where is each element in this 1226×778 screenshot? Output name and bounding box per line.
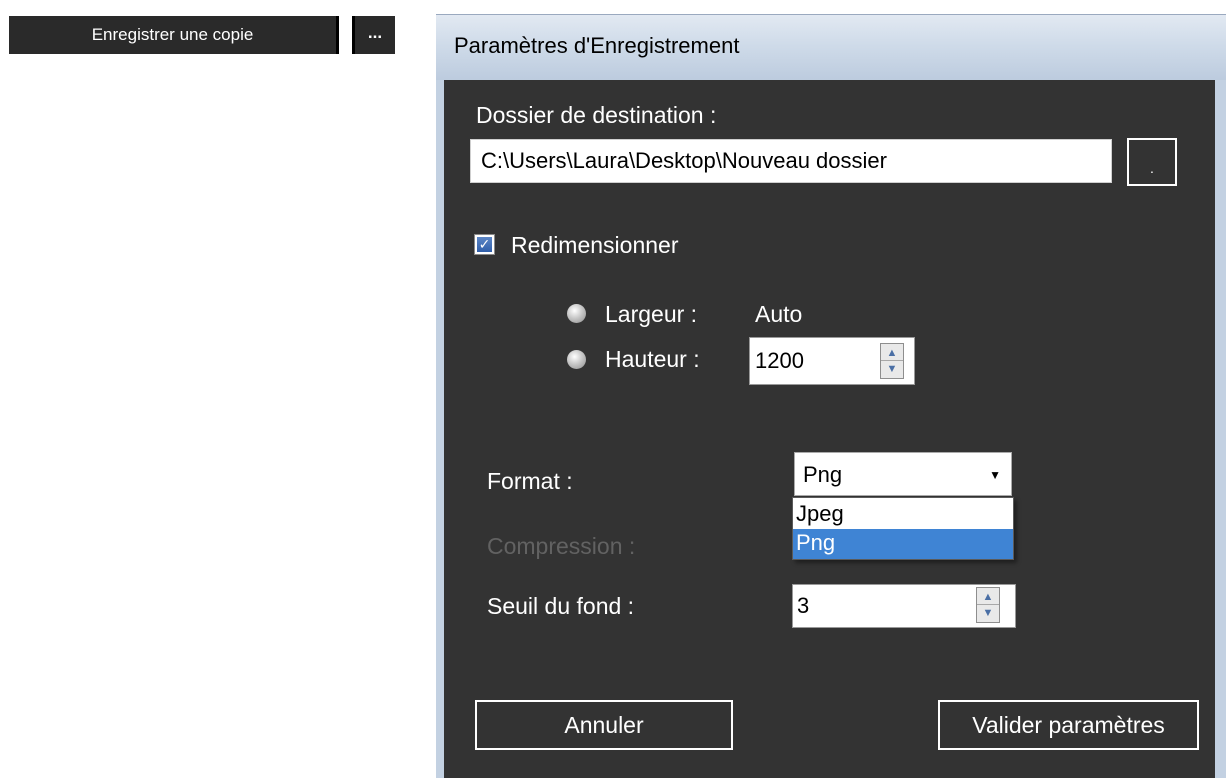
toolbar: Enregistrer une copie ...: [9, 16, 395, 54]
dialog-title: Paramètres d'Enregistrement: [454, 33, 740, 58]
format-option-png[interactable]: Png: [793, 529, 1013, 559]
height-radio[interactable]: [567, 350, 586, 369]
format-label: Format :: [487, 468, 573, 494]
checkmark-icon: ✓: [477, 236, 492, 252]
width-value: Auto: [755, 301, 803, 327]
height-stepper[interactable]: ▲ ▼: [880, 343, 904, 379]
threshold-stepper[interactable]: ▲ ▼: [976, 587, 1000, 623]
cancel-button[interactable]: Annuler: [475, 700, 733, 750]
format-dropdown-list: Jpeg Png: [792, 497, 1014, 560]
resize-label: Redimensionner: [511, 232, 679, 258]
format-select[interactable]: Png ▼: [794, 452, 1012, 496]
toolbar-gap: [339, 16, 352, 54]
dialog-titlebar[interactable]: Paramètres d'Enregistrement: [436, 14, 1226, 81]
arrow-up-icon[interactable]: ▲: [977, 588, 999, 605]
save-copy-button[interactable]: Enregistrer une copie: [9, 16, 336, 54]
arrow-up-icon[interactable]: ▲: [881, 344, 903, 361]
height-value: 1200: [755, 348, 804, 373]
arrow-down-icon[interactable]: ▼: [977, 605, 999, 622]
more-options-button[interactable]: ...: [355, 16, 395, 54]
format-option-jpeg[interactable]: Jpeg: [793, 500, 1013, 530]
destination-label: Dossier de destination :: [476, 102, 717, 128]
height-label: Hauteur :: [605, 346, 700, 372]
dialog-content: [444, 80, 1215, 778]
resize-checkbox[interactable]: ✓: [474, 234, 495, 255]
threshold-label: Seuil du fond :: [487, 593, 635, 619]
width-label: Largeur :: [605, 301, 698, 327]
browse-folder-button[interactable]: .: [1127, 138, 1177, 186]
compression-label: Compression :: [487, 533, 636, 559]
width-radio[interactable]: [567, 304, 586, 323]
format-selected-value: Png: [803, 462, 843, 487]
validate-settings-button[interactable]: Valider paramètres: [938, 700, 1199, 750]
destination-path-input[interactable]: C:\Users\Laura\Desktop\Nouveau dossier: [470, 139, 1112, 183]
arrow-down-icon[interactable]: ▼: [881, 361, 903, 378]
threshold-value: 3: [797, 593, 810, 618]
chevron-down-icon[interactable]: ▼: [989, 453, 1001, 497]
